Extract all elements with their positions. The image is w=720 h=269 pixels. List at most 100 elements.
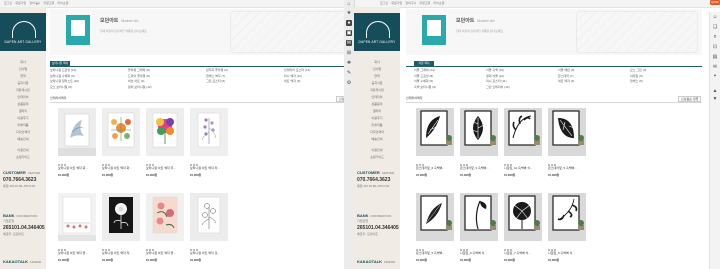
menu-item[interactable]: 인사말 <box>354 66 400 73</box>
menu-item[interactable]: 쇼핑가이드 <box>0 154 46 161</box>
menu-item[interactable]: 갤러리 <box>0 108 46 115</box>
product-name[interactable]: 보타니컬 아트 액자 화... <box>58 166 88 170</box>
cart-icon[interactable]: ⊡ <box>712 44 718 50</box>
menu-item[interactable]: 연혁 <box>0 73 46 80</box>
product-image[interactable] <box>548 108 586 156</box>
shop-logo[interactable]: DAPEN ART GALLERY <box>354 13 400 51</box>
coin-icon[interactable]: ¤ <box>712 34 718 40</box>
product-image[interactable] <box>460 108 498 156</box>
menu-item[interactable]: 공지사항 <box>354 80 400 87</box>
subcategory-link[interactable]: 보타니컬 드로잉 (12) <box>50 68 76 72</box>
product-image[interactable] <box>190 193 228 241</box>
menu-item[interactable]: 자유게시판 <box>0 87 46 94</box>
join-link[interactable]: 회원가입 <box>391 1 402 5</box>
menu-item[interactable]: 디자인액자 <box>354 129 400 136</box>
product-name[interactable]: 나뭇잎_6 흑백벽 식... <box>460 251 487 255</box>
product-image[interactable] <box>504 108 542 156</box>
cart-icon[interactable]: ⊞ <box>346 50 352 56</box>
product-name[interactable]: 나뭇잎_10 흑백벽 식... <box>504 166 533 170</box>
subcategory-link[interactable]: 식물 그래픽 (14) <box>414 68 435 72</box>
subcategory-link[interactable]: 식물 패턴 (6) <box>558 68 574 72</box>
box-icon[interactable]: ▤ <box>712 54 718 60</box>
menu-item[interactable]: 인사말 <box>0 66 46 73</box>
user-icon[interactable]: ● <box>346 20 352 26</box>
chat-icon[interactable]: ✉ <box>346 40 352 46</box>
product-image[interactable] <box>548 193 586 241</box>
chat-icon[interactable]: ✉ <box>712 64 718 70</box>
edit-icon[interactable]: ✎ <box>346 70 352 76</box>
menu-item[interactable]: 인테리어 <box>0 94 46 101</box>
arrow-up-icon[interactable]: ▲ <box>712 88 718 94</box>
user-icon[interactable]: ☺ <box>712 14 718 20</box>
subcategory-link[interactable]: 보타니컬 수채화 (9) <box>50 74 75 78</box>
menu-item[interactable]: 배송안내 <box>354 136 400 143</box>
product-name[interactable]: 나뭇잎_5 흑백벽 식... <box>548 251 575 255</box>
menu-item[interactable]: 상품문의 <box>354 101 400 108</box>
menu-item[interactable]: 연혁 <box>354 73 400 80</box>
product-name[interactable]: 보타니컬 아트 액자 꽃... <box>146 251 176 255</box>
product-name[interactable]: 보타니컬 아트 액자 꽃... <box>58 251 88 255</box>
subcategory-link[interactable]: 플라워 그래픽 (8) <box>128 68 150 72</box>
subcategory-link[interactable]: 식물 드로잉 (8) <box>414 74 433 78</box>
order-link[interactable]: 주문조회 <box>43 1 54 5</box>
product-image[interactable] <box>416 108 454 156</box>
login-link[interactable]: 로그인 <box>380 1 388 5</box>
home-icon[interactable]: ⌂ <box>346 1 352 7</box>
join-link[interactable]: 회원가입 <box>15 1 26 5</box>
menu-item[interactable]: 공지사항 <box>0 80 46 87</box>
product-image[interactable] <box>102 193 140 241</box>
mypage-link[interactable]: 마이쇼핑 <box>57 1 68 5</box>
menu-item[interactable]: 미술작품 <box>0 122 46 129</box>
subcategory-link[interactable]: 컬러 보타니컬 (12) <box>128 85 152 89</box>
product-image[interactable] <box>190 108 228 156</box>
kakao-friend[interactable]: KAKAOTALK FRIEND <box>357 259 397 264</box>
subcategory-link[interactable]: 그린 포스터 (6) <box>206 79 225 83</box>
product-image[interactable] <box>58 108 96 156</box>
product-name[interactable]: 나뭇잎_7 흑백벽 식... <box>504 251 531 255</box>
menu-item[interactable]: 갤러리 <box>354 108 400 115</box>
product-image[interactable] <box>416 193 454 241</box>
menu-item[interactable]: 이용안내 <box>354 147 400 154</box>
shop-logo[interactable]: DAPEN ART GALLERY <box>0 13 46 51</box>
product-image[interactable] <box>146 108 184 156</box>
star-icon[interactable]: ★ <box>346 10 352 16</box>
login-link[interactable]: 로그인 <box>4 1 12 5</box>
product-name[interactable]: 몬스테라잎_5 흑백벽... <box>548 166 577 170</box>
menu-item[interactable]: 이용후기 <box>354 115 400 122</box>
subcategory-link[interactable]: 미니 포스터 (11) <box>486 79 507 83</box>
product-name[interactable]: 보타니컬 아트 액자 화... <box>102 166 132 170</box>
subcategory-link[interactable]: 모노 보타니컬 (8) <box>50 85 72 89</box>
product-image[interactable] <box>58 193 96 241</box>
product-image[interactable] <box>102 108 140 156</box>
product-image[interactable] <box>146 193 184 241</box>
subcategory-link[interactable]: 열대 식물 (12) <box>486 74 504 78</box>
subcategory-link[interactable]: 세트 액자 (4) <box>558 79 574 83</box>
subcategory-link[interactable]: 캔버스 (5) <box>630 79 643 83</box>
subcategory-link[interactable]: 미니 액자 (11) <box>284 74 302 78</box>
quick-view-badge[interactable]: QUICK VIEW <box>710 0 720 9</box>
menu-item[interactable]: 디자인액자 <box>0 129 46 136</box>
subcategory-link[interactable]: 흑백 보타니컬 (9) <box>414 85 436 89</box>
subcategory-link[interactable]: 몬스테라 (7) <box>558 74 574 78</box>
product-name[interactable]: 보타니컬 아트 액자 작... <box>102 251 132 255</box>
cart-link[interactable]: 장바구니 <box>405 1 416 5</box>
subcategory-link[interactable]: 야자잎 (5) <box>630 74 643 78</box>
comment-icon[interactable]: ❖ <box>346 60 352 66</box>
arrow-down-icon[interactable]: ▼ <box>712 96 718 102</box>
subcategory-link[interactable]: 드라이 플라워 (5) <box>128 74 150 78</box>
mypage-link[interactable]: 마이쇼핑 <box>433 1 444 5</box>
subcategory-link[interactable]: 식물 흑백 (10) <box>486 68 504 72</box>
menu-item[interactable]: 인테리어 <box>354 94 400 101</box>
subcategory-link[interactable]: 그린 인테리어 (13) <box>486 85 510 89</box>
subcategory-link[interactable]: 캔버스 액자 (7) <box>206 74 225 78</box>
order-link[interactable]: 주문조회 <box>419 1 430 5</box>
subcategory-link[interactable]: 빈티지 플라워 (6) <box>206 68 228 72</box>
user-card-icon[interactable]: ▣ <box>346 30 352 36</box>
product-image[interactable] <box>504 193 542 241</box>
product-name[interactable]: 몬스테라잎_3 흑백벽... <box>460 166 489 170</box>
product-name[interactable]: 보타니컬 아트 액자 흰... <box>190 251 220 255</box>
product-name[interactable]: 몬스테라잎_5 흑백벽... <box>416 251 445 255</box>
search-icon[interactable]: ⌕ <box>36 1 42 6</box>
menu-item[interactable]: 배송안내 <box>0 136 46 143</box>
subcategory-link[interactable]: 인테리어 포스터 (14) <box>284 68 310 72</box>
